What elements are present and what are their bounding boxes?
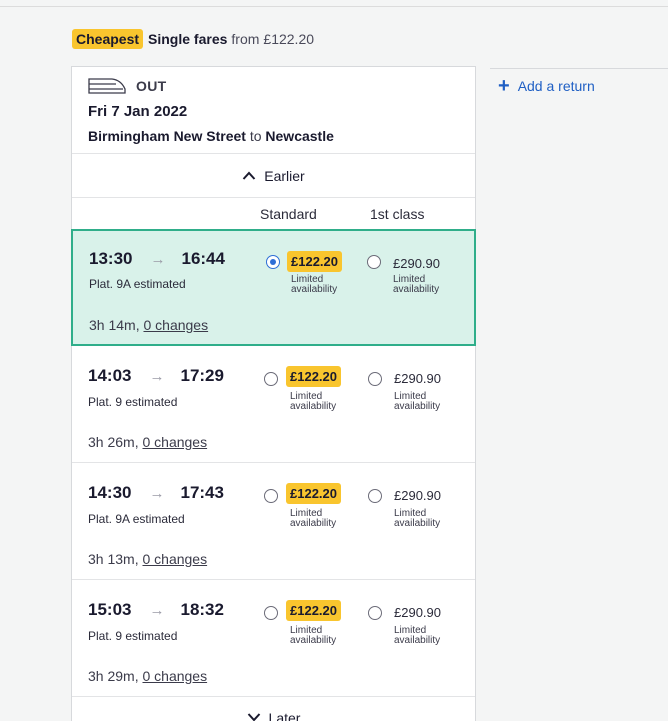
journey-route: Birmingham New Street to Newcastle (88, 128, 459, 144)
first-class-fare-radio[interactable] (368, 372, 382, 386)
first-class-availability: Limited availability (394, 626, 440, 646)
from-label: from (231, 30, 260, 47)
outbound-journey-panel: OUT Fri 7 Jan 2022 Birmingham New Street… (71, 66, 476, 721)
duration-text: 3h 26m, (88, 434, 139, 450)
destination-station: Newcastle (265, 128, 334, 144)
origin-station: Birmingham New Street (88, 128, 246, 144)
later-label: Later (268, 710, 301, 721)
duration-info: 3h 14m, 0 changes (89, 317, 208, 333)
cheapest-badge: Cheapest (72, 28, 144, 49)
service-row[interactable]: 14:30 → 17:43 Plat. 9A estimated 3h 13m,… (72, 463, 475, 580)
availability-line: availability (291, 284, 338, 295)
changes-link[interactable]: 0 changes (142, 551, 207, 567)
first-class-fare-price[interactable]: £290.90 (394, 605, 441, 620)
chevron-up-icon (243, 171, 256, 180)
availability-line: availability (290, 518, 337, 529)
chevron-down-icon (247, 713, 260, 721)
arrival-time: 18:32 (180, 600, 224, 619)
first-class-fare-price[interactable]: £290.90 (394, 371, 441, 386)
standard-fare-radio[interactable] (264, 606, 278, 620)
standard-fare-radio[interactable] (264, 489, 278, 503)
availability-line: availability (290, 401, 337, 412)
service-row[interactable]: 15:03 → 18:32 Plat. 9 estimated 3h 29m, … (72, 580, 475, 697)
duration-text: 3h 29m, (88, 668, 139, 684)
service-row[interactable]: 13:30 → 16:44 Plat. 9A estimated 3h 14m,… (71, 229, 476, 346)
arrival-time: 16:44 (181, 249, 225, 268)
availability-line: availability (290, 635, 337, 646)
first-class-fare-price[interactable]: £290.90 (393, 256, 440, 271)
availability-line: availability (394, 401, 441, 412)
platform-info: Plat. 9 estimated (88, 395, 178, 409)
availability-line: availability (394, 518, 441, 529)
departure-time: 14:30 (88, 483, 132, 502)
standard-fare-radio[interactable] (266, 255, 280, 269)
service-times: 13:30 → 16:44 (89, 249, 225, 269)
arrival-time: 17:43 (180, 483, 224, 502)
standard-fare-radio[interactable] (264, 372, 278, 386)
availability-line: availability (393, 284, 440, 295)
duration-info: 3h 26m, 0 changes (88, 434, 207, 450)
standard-fare-price[interactable]: £122.20 (286, 366, 341, 387)
train-icon (88, 78, 126, 94)
first-class-fare-price[interactable]: £290.90 (394, 488, 441, 503)
changes-link[interactable]: 0 changes (143, 317, 208, 333)
earlier-button[interactable]: Earlier (72, 153, 475, 198)
from-price: £122.20 (263, 30, 315, 47)
route-to-word: to (249, 128, 262, 144)
standard-availability: Limited availability (290, 509, 336, 529)
standard-class-header: Standard (260, 206, 317, 222)
first-class-fare-radio[interactable] (368, 489, 382, 503)
add-return-button[interactable]: + Add a return (490, 68, 668, 102)
duration-info: 3h 29m, 0 changes (88, 668, 207, 684)
departure-time: 15:03 (88, 600, 132, 619)
changes-link[interactable]: 0 changes (142, 668, 207, 684)
standard-fare-price[interactable]: £122.20 (286, 483, 341, 504)
first-class-availability: Limited availability (393, 275, 439, 295)
duration-text: 3h 13m, (88, 551, 139, 567)
platform-info: Plat. 9 estimated (88, 629, 178, 643)
first-class-header: 1st class (370, 206, 425, 222)
availability-line: availability (394, 635, 441, 646)
service-times: 14:03 → 17:29 (88, 366, 224, 386)
first-class-fare-radio[interactable] (367, 255, 381, 269)
standard-fare-price[interactable]: £122.20 (286, 600, 341, 621)
first-class-availability: Limited availability (394, 509, 440, 529)
journey-date: Fri 7 Jan 2022 (88, 103, 188, 120)
standard-fare-price[interactable]: £122.20 (287, 251, 342, 272)
changes-link[interactable]: 0 changes (142, 434, 207, 450)
direction-label: OUT (136, 78, 167, 94)
departure-time: 14:03 (88, 366, 132, 385)
standard-availability: Limited availability (290, 392, 336, 412)
arrow-right-icon: → (149, 484, 165, 502)
add-return-label: Add a return (517, 77, 595, 94)
service-times: 14:30 → 17:43 (88, 483, 224, 503)
platform-info: Plat. 9A estimated (89, 277, 186, 291)
class-header-row: Standard 1st class (72, 198, 475, 229)
top-bar (0, 0, 668, 7)
service-row[interactable]: 14:03 → 17:29 Plat. 9 estimated 3h 26m, … (72, 346, 475, 463)
platform-info: Plat. 9A estimated (88, 512, 185, 526)
standard-availability: Limited availability (291, 275, 337, 295)
first-class-availability: Limited availability (394, 392, 440, 412)
standard-availability: Limited availability (290, 626, 336, 646)
duration-text: 3h 14m, (89, 317, 140, 333)
fare-summary: Cheapest Single fares from £122.20 (72, 28, 314, 49)
earlier-label: Earlier (264, 167, 305, 184)
later-button[interactable]: Later (72, 697, 475, 721)
service-times: 15:03 → 18:32 (88, 600, 224, 620)
arrival-time: 17:29 (180, 366, 224, 385)
first-class-fare-radio[interactable] (368, 606, 382, 620)
fare-type-label: Single fares (148, 30, 228, 47)
duration-info: 3h 13m, 0 changes (88, 551, 207, 567)
arrow-right-icon: → (150, 250, 166, 268)
departure-time: 13:30 (89, 249, 133, 268)
arrow-right-icon: → (149, 601, 165, 619)
journey-header: OUT Fri 7 Jan 2022 Birmingham New Street… (72, 67, 475, 153)
plus-icon: + (498, 74, 510, 97)
arrow-right-icon: → (149, 367, 165, 385)
